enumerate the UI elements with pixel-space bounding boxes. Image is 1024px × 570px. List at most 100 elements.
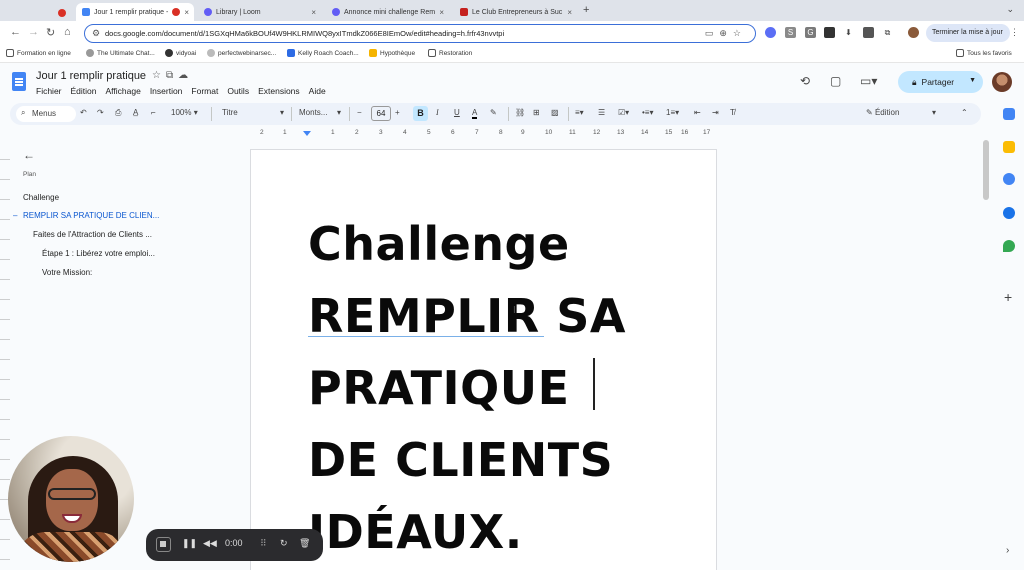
bookmark[interactable]: The Ultimate Chat... [86, 49, 155, 57]
share-button[interactable]: 🔒︎ Partager ▼ [898, 71, 983, 93]
style-select[interactable]: Titre ▾ [222, 108, 287, 117]
restart-icon[interactable]: ↻ [280, 538, 288, 549]
bookmark[interactable]: Kelly Roach Coach... [287, 49, 359, 57]
avatar[interactable] [992, 72, 1012, 92]
outline-item[interactable]: Étape 1 : Libérez votre emploi... [42, 249, 155, 258]
extension-icon[interactable] [765, 27, 776, 38]
decrease-indent-icon[interactable]: ⇤ [694, 108, 701, 117]
back-icon[interactable]: ← [10, 26, 21, 38]
maps-icon[interactable] [1003, 240, 1015, 252]
download-icon[interactable]: ⬇ [843, 27, 854, 38]
font-size-input[interactable]: 64 [371, 106, 391, 121]
drag-handle-icon[interactable]: ⠿ [260, 538, 267, 549]
browser-menu-icon[interactable]: ⋮ [1010, 27, 1019, 38]
scrollbar[interactable] [983, 140, 989, 200]
bookmark-folder[interactable]: Restoration [428, 49, 472, 57]
extension-icon[interactable]: S [785, 27, 796, 38]
new-tab-button[interactable]: + [583, 4, 589, 16]
document-page[interactable]: Challenge REMPLIR SA PRATIQUE DE CLIENTS… [250, 149, 717, 570]
contacts-icon[interactable] [1003, 207, 1015, 219]
webcam-bubble[interactable] [8, 436, 134, 562]
recording-dot-icon[interactable] [52, 4, 72, 22]
calendar-icon[interactable] [1003, 108, 1015, 120]
stop-icon[interactable] [156, 537, 171, 552]
menu-fichier[interactable]: Fichier [36, 86, 62, 96]
extension-icon[interactable] [824, 27, 835, 38]
insert-image-icon[interactable]: ▨ [551, 108, 559, 117]
undo-icon[interactable]: ↶ [80, 108, 87, 117]
outline-item-active[interactable]: – REMPLIR SA PRATIQUE DE CLIEN... [13, 211, 159, 220]
add-comment-icon[interactable]: ⊞ [533, 108, 540, 117]
tab-annonce[interactable]: Annonce mini challenge Rem × [326, 3, 450, 21]
pause-icon[interactable]: ❚❚ [182, 538, 197, 549]
chevron-down-icon[interactable]: ▼ [969, 77, 976, 84]
docs-logo-icon[interactable] [12, 72, 26, 91]
document-heading[interactable]: Challenge REMPLIR SA PRATIQUE DE CLIENTS… [308, 208, 626, 568]
bookmark[interactable]: Hypothèque [369, 49, 415, 57]
history-icon[interactable]: ⟲ [800, 74, 810, 88]
tab-search-chevron-icon[interactable]: ⌄ [1006, 4, 1014, 15]
checklist-icon[interactable]: ☑▾ [618, 108, 629, 117]
increase-font-icon[interactable]: + [395, 108, 400, 117]
menu-affichage[interactable]: Affichage [106, 86, 141, 96]
menu-extensions[interactable]: Extensions [258, 86, 300, 96]
redo-icon[interactable]: ↷ [97, 108, 104, 117]
extension-icon[interactable]: G [805, 27, 816, 38]
editing-mode-select[interactable]: ✎ Édition ▾ [866, 108, 946, 117]
menu-edition[interactable]: Édition [71, 86, 97, 96]
text-color-icon[interactable]: A [472, 108, 478, 119]
omnibox-actions-icon[interactable]: ▭⊕☆ [705, 28, 747, 39]
underline-icon[interactable]: U [454, 108, 460, 117]
decrease-font-icon[interactable]: − [357, 108, 362, 117]
numbered-list-icon[interactable]: 1≡▾ [666, 108, 679, 117]
print-icon[interactable]: ⎙ [115, 108, 121, 118]
close-tab-icon[interactable]: × [311, 8, 316, 17]
forward-icon[interactable]: → [28, 26, 39, 38]
reload-icon[interactable]: ↻ [46, 26, 55, 39]
rewind-icon[interactable]: ◀◀ [203, 538, 217, 549]
zoom-select[interactable]: 100% ▾ [171, 108, 198, 117]
meet-icon[interactable]: ▭▾ [860, 74, 877, 88]
tab-docs[interactable]: Jour 1 remplir pratique - × [76, 3, 194, 21]
font-select[interactable]: Monts... ▾ [299, 108, 347, 117]
spellcheck-icon[interactable]: A̲ [133, 108, 138, 117]
url-input[interactable]: ⚙ docs.google.com/document/d/1SGXqHMa6kB… [84, 24, 756, 43]
link-icon[interactable]: ⛓ [515, 108, 525, 117]
star-move-cloud-icons[interactable]: ☆⧉☁ [152, 70, 193, 81]
profile-avatar[interactable] [908, 27, 919, 38]
home-icon[interactable]: ⌂ [64, 26, 71, 38]
menu-insertion[interactable]: Insertion [150, 86, 183, 96]
add-addon-icon[interactable]: + [1004, 289, 1012, 305]
all-bookmarks[interactable]: Tous les favoris [956, 49, 1012, 57]
expand-panel-icon[interactable]: › [1006, 545, 1009, 556]
collapse-toolbar-icon[interactable]: ⌃ [961, 108, 968, 117]
bookmark-folder[interactable]: Formation en ligne [6, 49, 71, 57]
paint-format-icon[interactable]: ⌐ [151, 108, 156, 117]
bulleted-list-icon[interactable]: •≡▾ [642, 108, 653, 117]
comments-icon[interactable]: ▢ [830, 74, 841, 88]
tasks-icon[interactable] [1003, 173, 1015, 185]
bookmark[interactable]: vidyoai [165, 49, 196, 57]
outline-item[interactable]: Faites de l'Attraction de Clients ... [33, 230, 152, 239]
keep-icon[interactable] [1003, 141, 1015, 153]
tab-loom[interactable]: Library | Loom × [198, 3, 322, 21]
bold-button[interactable]: B [413, 106, 428, 121]
extensions-puzzle-icon[interactable]: ⧉ [882, 27, 893, 38]
italic-icon[interactable]: I [436, 108, 439, 117]
menus-search[interactable]: ⌕ Menus [16, 106, 76, 122]
outline-item[interactable]: Votre Mission: [42, 268, 92, 277]
outline-item[interactable]: Challenge [23, 193, 59, 202]
site-info-icon[interactable]: ⚙ [92, 28, 100, 39]
increase-indent-icon[interactable]: ⇥ [712, 108, 719, 117]
extension-icon[interactable] [863, 27, 874, 38]
indent-marker[interactable] [303, 131, 311, 136]
delete-icon[interactable]: 🗑︎ [299, 538, 310, 549]
clear-formatting-icon[interactable]: T̸ [730, 108, 735, 117]
bookmark[interactable]: perfectwebinarsec... [207, 49, 276, 57]
close-tab-icon[interactable]: × [184, 8, 189, 17]
tab-club[interactable]: Le Club Entrepreneurs à Suc × [454, 3, 578, 21]
update-button[interactable]: Terminer la mise à jour [926, 24, 1010, 42]
close-outline-icon[interactable]: ← [23, 148, 35, 162]
document-title[interactable]: Jour 1 remplir pratique [36, 70, 146, 82]
highlight-icon[interactable]: ✎ [490, 108, 497, 117]
